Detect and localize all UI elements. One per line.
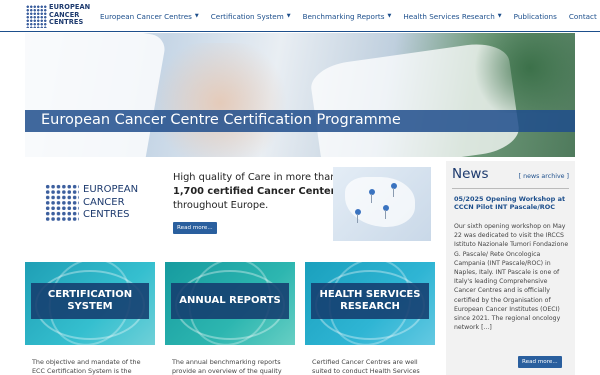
caret-down-icon: ▼ — [497, 13, 502, 19]
news-divider — [452, 188, 569, 189]
nav-item-european-cancer-centres[interactable]: European Cancer Centres ▼ — [100, 12, 199, 21]
nav-item-label: Health Services Research — [403, 11, 495, 21]
caret-down-icon: ▼ — [286, 13, 291, 19]
card-certification-system[interactable]: CERTIFICATION SYSTEM The objective and m… — [25, 262, 155, 375]
logo-text: EUROPEAN CANCER CENTRES — [49, 3, 90, 27]
card-description: Certified Cancer Centres are well suited… — [312, 358, 420, 375]
card-annual-reports[interactable]: ANNUAL REPORTS The annual benchmarking r… — [165, 262, 295, 375]
nav-item-label: Publications — [513, 11, 557, 21]
map-pin-icon — [383, 205, 389, 219]
nav-item-health-services-research[interactable]: Health Services Research ▼ — [403, 12, 501, 21]
map-pin-icon — [391, 183, 397, 197]
card-title: HEALTH SERVICES RESEARCH — [311, 283, 429, 319]
europe-map-pins-image — [333, 167, 431, 241]
promo-logo: EUROPEAN CANCER CENTRES — [45, 184, 155, 224]
map-pin-icon — [369, 189, 375, 203]
nav-item-label: Certification System — [210, 11, 284, 21]
card-title-line: SYSTEM — [67, 301, 113, 312]
nav-item-contact[interactable]: Contact — [569, 12, 597, 21]
news-sidebar: News [ news archive ] 05/2025 Opening Wo… — [446, 161, 575, 375]
promo-headline-emphasis: 1,700 certified Cancer Centers — [173, 186, 342, 197]
nav-item-benchmarking-reports[interactable]: Benchmarking Reports ▼ — [303, 12, 392, 21]
card-title-line: CERTIFICATION — [47, 289, 133, 300]
card-image: HEALTH SERVICES RESEARCH — [305, 262, 435, 345]
map-shape — [345, 177, 415, 227]
news-read-more-button[interactable]: Read more... — [518, 356, 562, 368]
nav-item-label: Contact — [568, 11, 597, 21]
nav-item-certification-system[interactable]: Certification System ▼ — [211, 12, 291, 21]
card-image: CERTIFICATION SYSTEM — [25, 262, 155, 345]
promo-headline-line: throughout Europe. — [173, 200, 269, 211]
logo-line: CENTRES — [83, 209, 130, 220]
card-title-line: HEALTH SERVICES — [319, 289, 421, 300]
card-health-services-research[interactable]: HEALTH SERVICES RESEARCH Certified Cance… — [305, 262, 435, 375]
nav-item-label: Benchmarking Reports — [302, 11, 385, 21]
nav-item-publications[interactable]: Publications — [514, 12, 557, 21]
top-navigation-bar: EUROPEAN CANCER CENTRES European Cancer … — [0, 0, 600, 32]
site-logo[interactable]: EUROPEAN CANCER CENTRES — [26, 3, 90, 29]
caret-down-icon: ▼ — [194, 13, 199, 19]
hero-title: European Cancer Centre Certification Pro… — [41, 112, 401, 128]
map-pin-icon — [355, 209, 361, 223]
logo-line: CENTRES — [49, 18, 84, 27]
promo-read-more-button[interactable]: Read more... — [173, 222, 217, 234]
news-item-title[interactable]: 05/2025 Opening Workshop at CCCN Pilot I… — [454, 195, 569, 211]
card-title-line: ANNUAL REPORTS — [179, 295, 281, 306]
hero-image-decoration — [145, 43, 295, 157]
card-title-line: RESEARCH — [340, 301, 400, 312]
logo-dot-grid-icon — [45, 184, 79, 222]
card-description: The objective and mandate of the ECC Cer… — [32, 358, 141, 375]
hero-banner: European Cancer Centre Certification Pro… — [25, 33, 575, 157]
logo-dot-grid-icon — [26, 5, 47, 28]
card-title: ANNUAL REPORTS — [171, 283, 289, 319]
news-archive-link[interactable]: [ news archive ] — [519, 173, 569, 180]
logo-line: EUROPEAN — [83, 184, 139, 195]
main-menu: European Cancer Centres ▼ Certification S… — [100, 0, 600, 32]
news-heading: News — [452, 166, 489, 182]
promo-panel: EUROPEAN CANCER CENTRES High quality of … — [25, 161, 442, 253]
caret-down-icon: ▼ — [387, 13, 392, 19]
logo-text: EUROPEAN CANCER CENTRES — [83, 184, 138, 222]
hero-image-decoration — [465, 33, 575, 113]
card-description: The annual benchmarking reports provide … — [172, 358, 282, 375]
card-image: ANNUAL REPORTS — [165, 262, 295, 345]
card-title: CERTIFICATION SYSTEM — [31, 283, 149, 319]
promo-headline: High quality of Care in more than 1,700 … — [173, 171, 341, 213]
news-item-body: Our sixth opening workshop on May 22 was… — [454, 223, 569, 332]
nav-item-label: European Cancer Centres — [100, 11, 192, 21]
logo-line: CANCER — [83, 196, 125, 208]
promo-headline-line: High quality of Care in more than — [173, 172, 337, 183]
